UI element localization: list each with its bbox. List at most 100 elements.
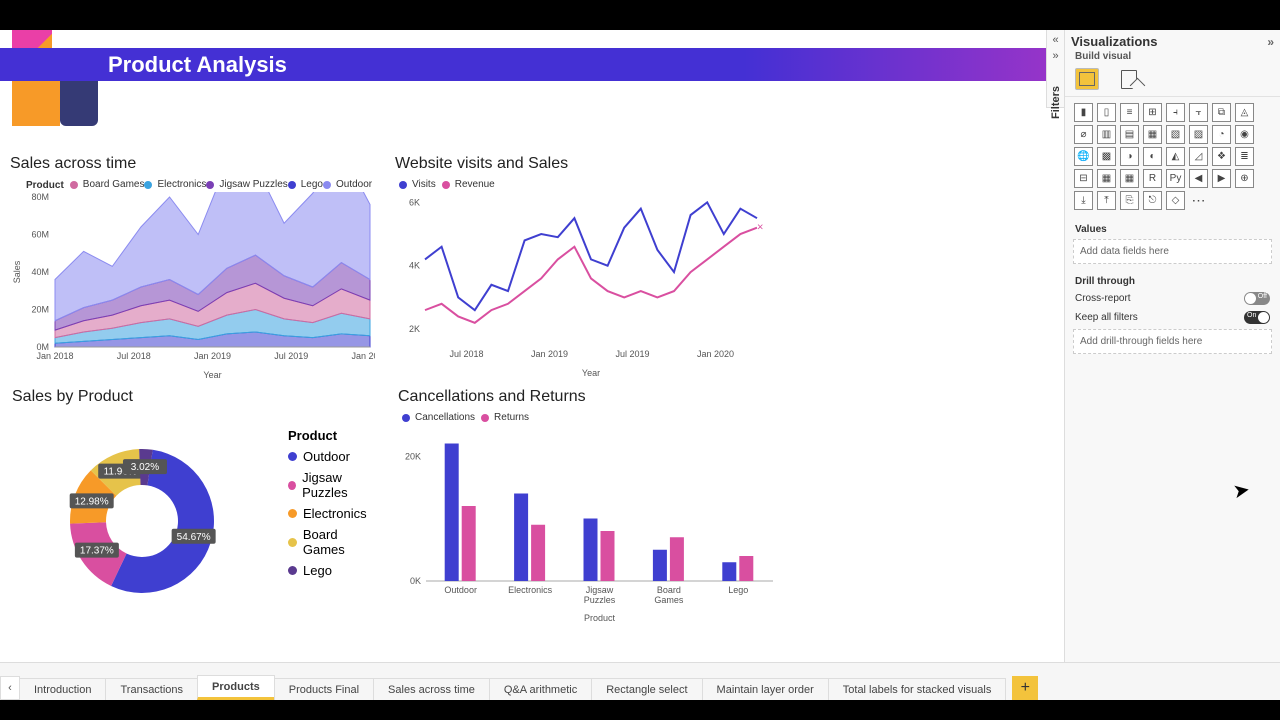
viz-type-icon[interactable]: ▯ bbox=[1097, 103, 1116, 122]
format-page-tab[interactable] bbox=[1119, 68, 1141, 90]
cross-report-toggle[interactable]: Off bbox=[1244, 292, 1270, 305]
build-visual-tab[interactable] bbox=[1075, 68, 1099, 90]
chart-title: Sales by Product bbox=[12, 388, 382, 406]
viz-type-icon[interactable]: ▤ bbox=[1120, 125, 1139, 144]
page-tab[interactable]: Q&A arithmetic bbox=[489, 678, 592, 700]
chart-cancellations-returns[interactable]: Cancellations and Returns CancellationsR… bbox=[398, 388, 778, 628]
viz-type-icon[interactable]: ▶ bbox=[1212, 169, 1231, 188]
svg-text:0K: 0K bbox=[410, 576, 421, 586]
viz-type-icon[interactable]: ⊞ bbox=[1143, 103, 1162, 122]
viz-type-icon[interactable]: ▮ bbox=[1074, 103, 1093, 122]
chart-title: Sales across time bbox=[10, 155, 380, 173]
keep-filters-toggle[interactable]: On bbox=[1244, 311, 1270, 324]
legend-item[interactable]: Board Games bbox=[288, 527, 382, 557]
svg-text:60M: 60M bbox=[31, 229, 49, 239]
add-page-button[interactable]: + bbox=[1012, 676, 1038, 700]
legend-item[interactable]: Revenue bbox=[442, 179, 495, 190]
legend-item[interactable]: Jigsaw Puzzles bbox=[288, 470, 382, 500]
pane-title: Visualizations bbox=[1071, 34, 1157, 49]
viz-type-icon[interactable]: ⧉ bbox=[1212, 103, 1231, 122]
viz-type-icon[interactable]: ⊕ bbox=[1235, 169, 1254, 188]
viz-type-icon[interactable]: ⤓ bbox=[1074, 191, 1093, 210]
legend-item[interactable]: Cancellations bbox=[402, 412, 475, 423]
viz-type-icon[interactable]: ⎋ bbox=[1143, 191, 1162, 210]
viz-type-icon[interactable]: ▩ bbox=[1097, 147, 1116, 166]
svg-text:Jan 2020: Jan 2020 bbox=[697, 349, 734, 359]
svg-text:20K: 20K bbox=[405, 452, 421, 462]
viz-type-icon[interactable]: ◑ bbox=[1120, 147, 1139, 166]
viz-type-icon[interactable]: ◭ bbox=[1166, 147, 1185, 166]
viz-type-icon[interactable]: ▦ bbox=[1120, 169, 1139, 188]
chart-website-visits-sales[interactable]: Website visits and Sales VisitsRevenue 2… bbox=[395, 155, 775, 385]
expand-left-icon[interactable]: « bbox=[1052, 34, 1058, 46]
page-tab[interactable]: Products Final bbox=[274, 678, 374, 700]
page-tab[interactable]: Sales across time bbox=[373, 678, 490, 700]
viz-type-icon[interactable]: ≡ bbox=[1120, 103, 1139, 122]
legend-item[interactable]: Lego bbox=[288, 563, 382, 578]
values-label: Values bbox=[1065, 218, 1280, 237]
tab-nav-prev[interactable]: ‹ bbox=[0, 676, 20, 700]
page-tab[interactable]: Products bbox=[197, 675, 275, 700]
page-tab[interactable]: Transactions bbox=[105, 678, 198, 700]
build-visual-label: Build visual bbox=[1065, 51, 1280, 64]
keep-filters-label: Keep all filters bbox=[1075, 312, 1138, 323]
viz-type-icon[interactable]: ▧ bbox=[1166, 125, 1185, 144]
report-canvas[interactable]: Product Analysis Sales across time Produ… bbox=[0, 30, 1063, 662]
legend-item[interactable]: Lego bbox=[288, 179, 323, 190]
svg-text:Jul 2018: Jul 2018 bbox=[449, 349, 483, 359]
legend-item[interactable]: Outdoor bbox=[288, 449, 382, 464]
viz-type-icon[interactable]: ▨ bbox=[1189, 125, 1208, 144]
viz-type-icon[interactable]: ▥ bbox=[1097, 125, 1116, 144]
page-tab-strip: ‹ IntroductionTransactionsProductsProduc… bbox=[0, 662, 1280, 700]
viz-type-icon[interactable]: Py bbox=[1166, 169, 1185, 188]
svg-text:Games: Games bbox=[654, 595, 684, 605]
cross-report-label: Cross-report bbox=[1075, 293, 1131, 304]
drill-through-label: Drill through bbox=[1065, 270, 1280, 289]
page-tab[interactable]: Rectangle select bbox=[591, 678, 702, 700]
svg-text:Outdoor: Outdoor bbox=[444, 585, 477, 595]
expand-right-icon[interactable]: » bbox=[1052, 50, 1058, 62]
legend-item[interactable]: Jigsaw Puzzles bbox=[206, 179, 287, 190]
viz-type-icon[interactable]: ◇ bbox=[1166, 191, 1185, 210]
page-title: Product Analysis bbox=[108, 52, 287, 78]
viz-type-icon[interactable]: ⌀ bbox=[1074, 125, 1093, 144]
viz-type-icon[interactable]: ⊟ bbox=[1074, 169, 1093, 188]
svg-text:4K: 4K bbox=[409, 261, 420, 271]
values-field-well[interactable]: Add data fields here bbox=[1073, 239, 1272, 264]
viz-type-icon[interactable]: ⫞ bbox=[1166, 103, 1185, 122]
viz-type-icon[interactable]: ⎘ bbox=[1120, 191, 1139, 210]
viz-type-icon[interactable]: 🌐 bbox=[1074, 147, 1093, 166]
collapse-pane-icon[interactable]: » bbox=[1267, 35, 1274, 49]
viz-type-icon[interactable]: ◐ bbox=[1143, 147, 1162, 166]
viz-type-icon[interactable]: R bbox=[1143, 169, 1162, 188]
viz-type-icon[interactable]: ⫟ bbox=[1189, 103, 1208, 122]
viz-type-icon[interactable]: ◿ bbox=[1189, 147, 1208, 166]
viz-type-icon[interactable]: ◉ bbox=[1235, 125, 1254, 144]
filters-pane-collapsed[interactable]: « » Filters bbox=[1046, 30, 1064, 108]
legend-item[interactable]: Board Games bbox=[70, 179, 145, 190]
viz-type-icon[interactable]: ◔ bbox=[1212, 125, 1231, 144]
drillthrough-field-well[interactable]: Add drill-through fields here bbox=[1073, 329, 1272, 354]
legend-item[interactable]: Visits bbox=[399, 179, 436, 190]
viz-type-icon[interactable]: ≣ bbox=[1235, 147, 1254, 166]
viz-type-icon[interactable]: ⤒ bbox=[1097, 191, 1116, 210]
svg-text:Board: Board bbox=[657, 585, 681, 595]
viz-type-icon[interactable]: ◀ bbox=[1189, 169, 1208, 188]
svg-text:Electronics: Electronics bbox=[508, 585, 553, 595]
viz-type-icon[interactable]: ▦ bbox=[1143, 125, 1162, 144]
viz-type-icon[interactable]: ◬ bbox=[1235, 103, 1254, 122]
page-tab[interactable]: Maintain layer order bbox=[702, 678, 829, 700]
viz-type-icon[interactable]: ❖ bbox=[1212, 147, 1231, 166]
legend-item[interactable]: Electronics bbox=[144, 179, 206, 190]
legend-item[interactable]: Electronics bbox=[288, 506, 382, 521]
viz-type-icon[interactable]: ⋯ bbox=[1189, 191, 1208, 210]
chart-sales-across-time[interactable]: Sales across time Product Board GamesEle… bbox=[10, 155, 380, 385]
chart-sales-by-product[interactable]: Sales by Product 54.67%17.37%12.98%11.96… bbox=[12, 388, 382, 628]
legend-item[interactable]: Returns bbox=[481, 412, 529, 423]
svg-text:Jul 2019: Jul 2019 bbox=[274, 351, 308, 361]
svg-text:12.98%: 12.98% bbox=[75, 496, 109, 507]
page-tab[interactable]: Introduction bbox=[19, 678, 106, 700]
legend-item[interactable]: Outdoor bbox=[323, 179, 372, 190]
page-tab[interactable]: Total labels for stacked visuals bbox=[828, 678, 1007, 700]
viz-type-icon[interactable]: ▦ bbox=[1097, 169, 1116, 188]
